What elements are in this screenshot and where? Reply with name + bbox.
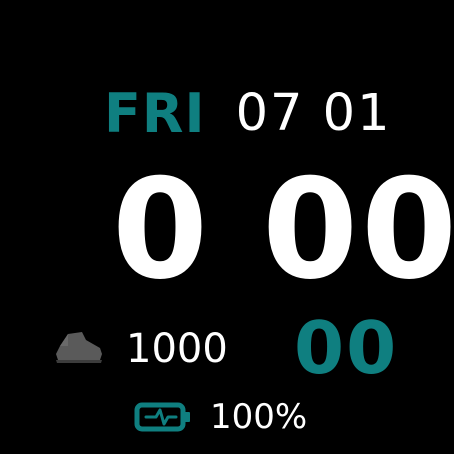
date-row: FRI 07 01 — [104, 84, 392, 144]
battery-charging-icon — [134, 402, 192, 432]
shoe-icon — [54, 330, 104, 364]
time-hours-minutes: 0 00 — [112, 149, 454, 310]
watch-face: FRI 07 01 0 00 1000 00 100% — [0, 0, 454, 454]
date: 07 01 — [235, 84, 392, 143]
day-of-week: FRI — [104, 82, 206, 145]
battery-value: 100% — [210, 397, 308, 437]
steps-value: 1000 — [126, 326, 228, 372]
time-seconds: 00 — [294, 306, 399, 390]
